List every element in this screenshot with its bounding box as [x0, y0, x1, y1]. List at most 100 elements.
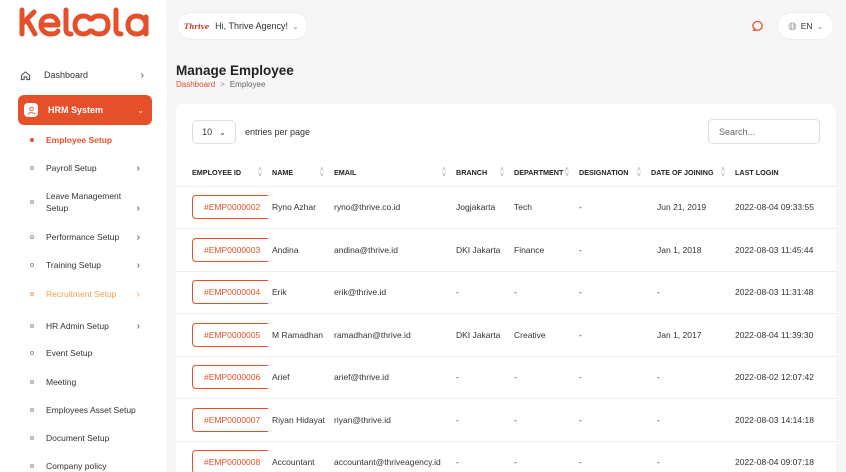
employee-id-button[interactable]: #EMP0000005 [192, 322, 268, 347]
sidebar-item-event-setup[interactable]: Event Setup [30, 339, 154, 367]
language-selector[interactable]: ◍ EN ⌄ [778, 13, 834, 39]
sidebar-item-leave-management-setup[interactable]: Leave Management Setup › [30, 183, 154, 221]
cell-name: Erik [268, 271, 330, 314]
cell-last-login: 2022-08-04 09:33:55 [731, 186, 836, 229]
sidebar-item-employees-asset-setup[interactable]: Employees Asset Setup [30, 396, 154, 424]
cell-last-login: 2022-08-03 11:45:44 [731, 228, 836, 272]
entries-per-page-select[interactable]: 10 ⌄ [192, 120, 236, 144]
entries-per-page-value: 10 [202, 127, 213, 137]
table-row[interactable]: #EMP0000003 Andina andina@thrive.id DKI Jak… [176, 228, 836, 272]
sidebar-item-company-policy[interactable]: Company policy [30, 452, 154, 472]
cell-branch: DKI Jakarta [452, 313, 510, 357]
column-header-employee-id[interactable]: EMPLOYEE ID ˄ ˅ [176, 160, 268, 187]
sidebar-item-label: Employee Setup [46, 135, 113, 145]
chevron-right-icon: › [136, 320, 140, 332]
chevron-right-icon: › [136, 288, 140, 300]
employee-id-button[interactable]: #EMP0000008 [192, 450, 268, 472]
sidebar-item-label: Employees Asset Setup [46, 405, 136, 415]
cell-email: ryno@thrive.co.id [330, 186, 452, 229]
sidebar-item-label: Recruitment Setup [46, 289, 117, 299]
chevron-down-icon: ⌄ [816, 21, 824, 31]
sidebar-item-training-setup[interactable]: Training Setup › [30, 251, 154, 279]
bullet-icon [30, 263, 34, 267]
column-header-label: BRANCH [456, 168, 488, 178]
cell-designation: - [575, 356, 647, 399]
bullet-icon [30, 200, 34, 204]
employee-id-button[interactable]: #EMP0000003 [192, 237, 268, 262]
kelola-logo[interactable] [18, 6, 152, 38]
employee-table-card: 10 ⌄ entries per page EMPLOYEE ID ˄˅ NAME ˄… [176, 104, 836, 472]
column-header-label: DESIGNATION [579, 168, 629, 178]
cell-designation: - [575, 398, 647, 442]
cell-id: #EMP0000006 [176, 356, 268, 399]
sort-icon: ˄ ˅ [257, 167, 262, 179]
sidebar-item-hrm-system[interactable]: HRM System ⌄ [18, 95, 152, 125]
cell-id: #EMP0000004 [176, 271, 268, 314]
sidebar-item-label: Dashboard [44, 70, 89, 80]
chevron-right-icon: › [136, 231, 140, 243]
sidebar-item-label: Performance Setup [46, 232, 120, 242]
table-row[interactable]: #EMP0000008 Accountant accountant@thriveag… [176, 441, 836, 472]
employee-table: EMPLOYEE ID ˄ ˅ NAME ˄ ˅ EMAIL ˄ ˅ BRANCH ˄ ˅ DEPART… [176, 160, 836, 472]
bullet-icon [30, 292, 34, 296]
account-menu-button[interactable]: Thrive Hi, Thrive Agency! ⌄ [178, 13, 307, 39]
sidebar-item-employee-setup[interactable]: Employee Setup [30, 126, 154, 154]
cell-last-login: 2022-08-03 14:14:18 [731, 398, 836, 442]
sidebar-item-dashboard[interactable]: Dashboard › [18, 61, 154, 89]
cell-designation: - [575, 271, 647, 314]
column-header-designation[interactable]: DESIGNATION ˄ ˅ [575, 160, 647, 187]
bullet-icon [30, 324, 34, 328]
sidebar-item-label: Meeting [46, 377, 77, 387]
bullet-icon [30, 138, 34, 142]
sidebar-item-document-setup[interactable]: Document Setup [30, 424, 154, 452]
column-header-label: EMPLOYEE ID [192, 168, 242, 178]
employee-id-button[interactable]: #EMP0000002 [192, 195, 268, 220]
employee-id-button[interactable]: #EMP0000006 [192, 365, 268, 390]
table-row[interactable]: #EMP0000004 Erik erik@thrive.id - - - -2022-08… [176, 271, 836, 314]
table-row[interactable]: #EMP0000006 Arief arief@thrive.id - - - -2022-… [176, 356, 836, 399]
bullet-icon [30, 235, 34, 239]
cell-email: arief@thrive.id [330, 356, 452, 399]
column-header-label: DEPARTMENT [514, 168, 564, 178]
breadcrumb-current: Employee [229, 80, 266, 89]
cell-name: Ryno Azhar [268, 186, 330, 229]
sort-icon: ˄ ˅ [564, 167, 569, 179]
sidebar-item-label: Event Setup [46, 348, 93, 358]
bullet-icon [30, 408, 34, 412]
breadcrumb-dashboard-link[interactable]: Dashboard [176, 80, 215, 89]
chevron-right-icon: › [136, 203, 140, 214]
cell-last-login: 2022-08-04 09:07:18 [731, 441, 836, 472]
column-header-department[interactable]: DEPARTMENT ˄ ˅ [510, 160, 575, 187]
cell-joined: Jan 1, 2017 [647, 313, 731, 357]
sidebar-item-payroll-setup[interactable]: Payroll Setup › [30, 154, 154, 182]
brand-logo-mark [19, 7, 149, 37]
sidebar-item-recruitment-setup[interactable]: Recruitment Setup › [30, 280, 154, 308]
sidebar-item-meeting[interactable]: Meeting [30, 368, 154, 396]
table-row[interactable]: #EMP0000007 Riyan Hidayat riyan@thrive.id -… [176, 398, 836, 442]
topbar: Thrive Hi, Thrive Agency! ⌄ ◍ EN ⌄ [166, 0, 846, 52]
bullet-icon [30, 380, 34, 384]
column-header-branch[interactable]: BRANCH ˄ ˅ [452, 160, 510, 187]
column-header-last-login[interactable]: LAST LOGIN˄˅ [731, 160, 836, 187]
bullet-icon [30, 351, 34, 355]
search-input[interactable] [708, 119, 820, 144]
column-header-date-of-joining[interactable]: DATE OF JOINING ˄ ˅ [647, 160, 731, 187]
column-header-email[interactable]: EMAIL ˄ ˅ [330, 160, 452, 187]
cell-email: ramadhan@thrive.id [330, 313, 452, 357]
sidebar-item-performance-setup[interactable]: Performance Setup › [30, 223, 154, 251]
sort-icon: ˄ ˅ [319, 167, 324, 179]
page-title: Manage Employee [176, 63, 294, 78]
chat-icon[interactable] [746, 15, 768, 37]
sidebar-item-hr-admin-setup[interactable]: HR Admin Setup › [30, 312, 154, 340]
entries-control: 10 ⌄ entries per page [192, 120, 310, 144]
employee-id-button[interactable]: #EMP0000004 [192, 280, 268, 305]
cell-branch: DKI Jakarta [452, 228, 510, 272]
employee-id-button[interactable]: #EMP0000007 [192, 407, 268, 432]
table-row[interactable]: #EMP0000002 Ryno Azhar ryno@thrive.co.id Jo… [176, 186, 836, 229]
cell-email: riyan@thrive.id [330, 398, 452, 442]
cell-email: erik@thrive.id [330, 271, 452, 314]
cell-id: #EMP0000008 [176, 441, 268, 472]
cell-id: #EMP0000003 [176, 228, 268, 272]
column-header-name[interactable]: NAME ˄ ˅ [268, 160, 330, 187]
table-row[interactable]: #EMP0000005 M Ramadhan ramadhan@thrive.id D… [176, 313, 836, 357]
